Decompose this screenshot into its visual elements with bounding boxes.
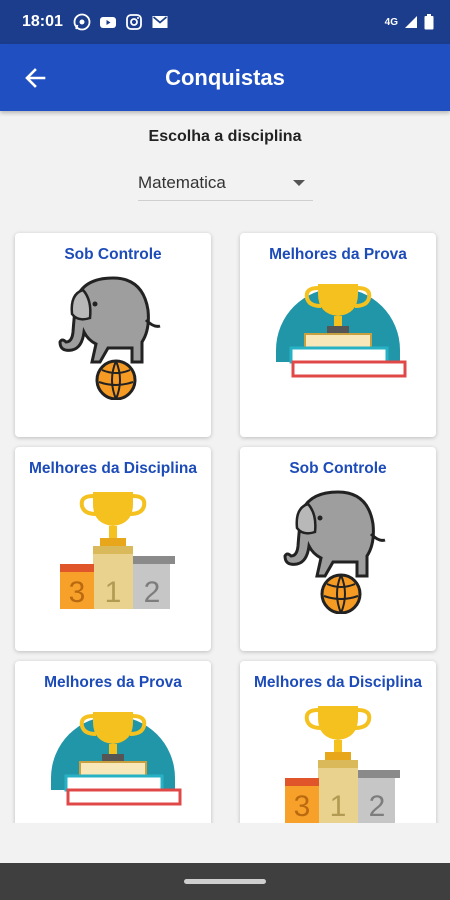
trophy-books-icon (276, 284, 407, 378)
system-nav-bar (0, 863, 450, 900)
achievement-card[interactable]: Melhores da Prova (240, 233, 436, 437)
back-button[interactable] (0, 44, 70, 111)
chevron-down-icon (293, 179, 305, 186)
signal-icon (405, 16, 417, 28)
trophy-books-icon (51, 712, 182, 806)
elephant-on-ball-icon (283, 490, 386, 614)
app-bar: Conquistas (0, 44, 450, 111)
podium-number-third: 3 (69, 576, 86, 609)
discipline-select-value: Matematica (138, 172, 226, 192)
home-gesture-handle[interactable] (184, 879, 266, 884)
status-bar: 18:01 4G (0, 0, 450, 44)
arrow-left-icon (25, 67, 46, 88)
achievement-title: Sob Controle (289, 460, 387, 477)
achievement-card[interactable]: Sob Controle (240, 447, 436, 651)
network-type: 4G (384, 16, 398, 28)
status-time: 18:01 (22, 13, 63, 30)
achievement-title: Melhores da Disciplina (29, 460, 197, 477)
achievement-title: Melhores da Disciplina (254, 674, 422, 691)
trophy-podium-icon: 3 1 2 (60, 492, 175, 609)
achievement-card[interactable]: Melhores da Disciplina 3 1 2 (15, 447, 211, 651)
gmail-icon (152, 16, 168, 28)
notification-icons (73, 13, 169, 31)
podium-number-third: 3 (294, 790, 311, 823)
bottom-spacer (0, 823, 450, 863)
achievement-card[interactable]: Sob Controle (15, 233, 211, 437)
system-icons: 4G (385, 14, 434, 30)
elephant-on-ball-icon (58, 276, 161, 400)
trophy-podium-icon: 3 1 2 (285, 706, 400, 823)
achievement-title: Melhores da Prova (44, 674, 182, 691)
podium-number-second: 2 (144, 576, 161, 609)
achievement-title: Melhores da Prova (269, 246, 407, 263)
youtube-icon (99, 17, 116, 28)
whatsapp-icon (73, 13, 91, 31)
picker-label: Escolha a disciplina (148, 128, 302, 145)
podium-number-first: 1 (330, 790, 347, 823)
instagram-icon (126, 14, 142, 30)
achievement-title: Sob Controle (64, 246, 162, 263)
podium-number-second: 2 (369, 790, 386, 823)
battery-icon (424, 14, 434, 30)
podium-number-first: 1 (105, 576, 122, 609)
discipline-select[interactable]: Matematica (138, 165, 313, 201)
